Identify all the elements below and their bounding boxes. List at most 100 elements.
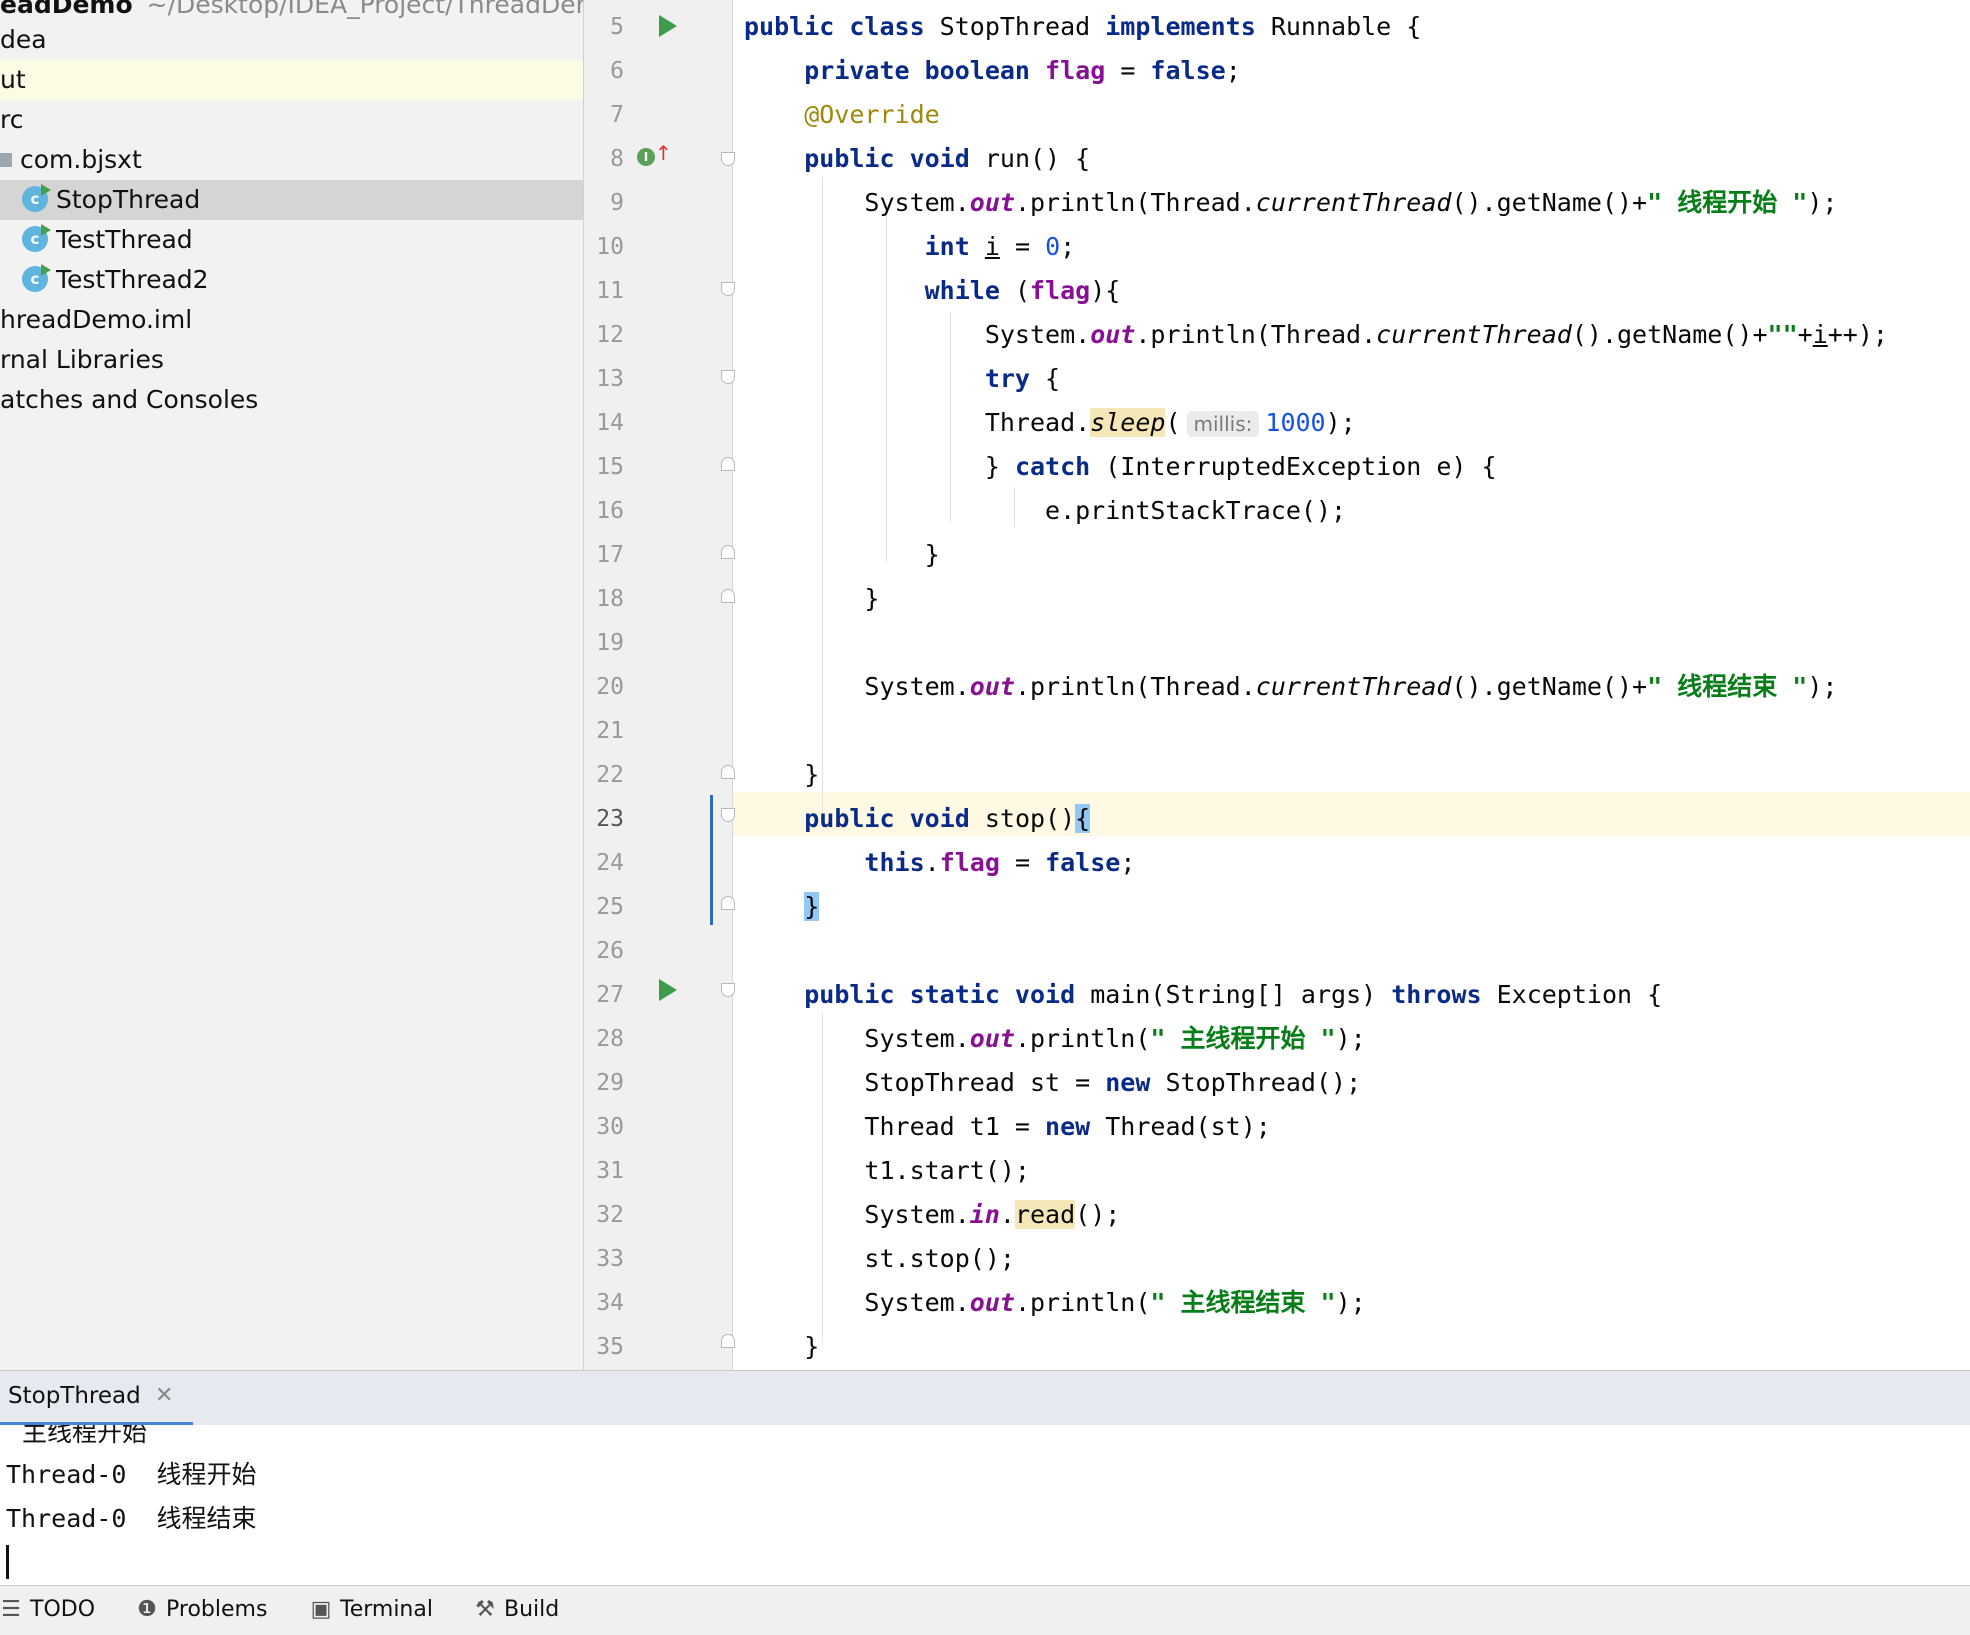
line-number[interactable]: 24	[584, 841, 624, 885]
line-number[interactable]: 17	[584, 533, 624, 577]
run-tab-stopthread[interactable]: StopThread ✕	[0, 1371, 193, 1426]
code-line[interactable]: while (flag){	[744, 269, 1970, 313]
line-number[interactable]: 11	[584, 269, 624, 313]
code-line[interactable]: public void run() {	[744, 137, 1970, 181]
code-line[interactable]: this.flag = false;	[744, 841, 1970, 885]
line-number[interactable]: 20	[584, 665, 624, 709]
tree-item-testthread[interactable]: c TestThread	[0, 220, 583, 260]
line-number[interactable]: 7	[584, 93, 624, 137]
code-line[interactable]: Thread.sleep(millis: 1000);	[744, 401, 1970, 445]
fold-try-icon[interactable]	[721, 370, 735, 384]
line-number[interactable]: 18	[584, 577, 624, 621]
line-number[interactable]: 25	[584, 885, 624, 929]
fold-stop-icon[interactable]	[721, 808, 735, 822]
line-number[interactable]: 14	[584, 401, 624, 445]
code-editor[interactable]: I ↑ 5 6 7 8 9 10 11 12 13 14 15 16 17 18 19 20 21 22 23 24 2…	[584, 0, 1970, 1370]
fold-while-icon[interactable]	[721, 282, 735, 296]
line-number[interactable]: 28	[584, 1017, 624, 1061]
fold-catch-end-icon[interactable]	[721, 457, 735, 471]
tree-item-external-libraries[interactable]: rnal Libraries	[0, 340, 583, 380]
vcs-change-marker[interactable]	[710, 795, 713, 925]
code-line[interactable]: @Override	[744, 93, 1970, 137]
line-number[interactable]: 34	[584, 1281, 624, 1325]
line-number[interactable]: 6	[584, 49, 624, 93]
code-line[interactable]: }	[744, 1325, 1970, 1369]
close-tab-icon[interactable]: ✕	[155, 1383, 173, 1408]
code-line[interactable]: System.out.println(" 主线程结束 ");	[744, 1281, 1970, 1325]
tree-item-out[interactable]: ut	[0, 60, 583, 100]
fold-run-icon[interactable]	[721, 152, 735, 166]
code-line[interactable]: public static void main(String[] args) t…	[744, 973, 1970, 1017]
line-number[interactable]: 23	[584, 797, 624, 841]
run-main-icon[interactable]	[659, 979, 677, 1001]
code-line[interactable]: StopThread st = new StopThread();	[744, 1061, 1970, 1105]
tree-item-label: rc	[0, 105, 24, 134]
problems-button[interactable]: ❶ Problems	[136, 1595, 267, 1625]
build-button[interactable]: ⚒ Build	[474, 1595, 559, 1625]
code-line[interactable]: try {	[744, 357, 1970, 401]
code-line[interactable]: int i = 0;	[744, 225, 1970, 269]
line-number[interactable]: 5	[584, 5, 624, 49]
line-number[interactable]: 19	[584, 621, 624, 665]
tree-item-testthread2[interactable]: c TestThread2	[0, 260, 583, 300]
fold-run-end-icon[interactable]	[721, 765, 735, 779]
tree-item-stopthread[interactable]: c StopThread	[0, 180, 583, 220]
code-line[interactable]: System.out.println(" 主线程开始 ");	[744, 1017, 1970, 1061]
code-line[interactable]: }	[744, 577, 1970, 621]
line-number[interactable]: 27	[584, 973, 624, 1017]
line-number[interactable]: 31	[584, 1149, 624, 1193]
line-number[interactable]: 30	[584, 1105, 624, 1149]
code-line[interactable]: public void stop(){	[744, 797, 1970, 841]
line-number[interactable]: 8	[584, 137, 624, 181]
run-class-icon[interactable]	[659, 15, 677, 37]
line-number[interactable]: 12	[584, 313, 624, 357]
code-line[interactable]: Thread t1 = new Thread(st);	[744, 1105, 1970, 1149]
code-line[interactable]	[744, 929, 1970, 973]
fold-main-icon[interactable]	[721, 983, 735, 997]
tree-item-src[interactable]: rc	[0, 100, 583, 140]
fold-stop-end-icon[interactable]	[721, 896, 735, 910]
implements-marker-icon[interactable]: I	[637, 148, 655, 166]
code-token: ().getName()+	[1451, 672, 1648, 701]
code-line[interactable]	[744, 621, 1970, 665]
tree-item-iml[interactable]: hreadDemo.iml	[0, 300, 583, 340]
tree-item-idea[interactable]: dea	[0, 20, 583, 60]
terminal-button[interactable]: ▣ Terminal	[310, 1595, 433, 1625]
fold-try-end-icon[interactable]	[721, 545, 735, 559]
code-line[interactable]	[744, 709, 1970, 753]
code-line[interactable]: }	[744, 753, 1970, 797]
code-line[interactable]: st.stop();	[744, 1237, 1970, 1281]
tree-item-package[interactable]: com.bjsxt	[0, 140, 583, 180]
code-line[interactable]: System.in.read();	[744, 1193, 1970, 1237]
line-number[interactable]: 35	[584, 1325, 624, 1369]
line-number[interactable]: 21	[584, 709, 624, 753]
code-line[interactable]: private boolean flag = false;	[744, 49, 1970, 93]
code-line[interactable]: System.out.println(Thread.currentThread(…	[744, 665, 1970, 709]
tree-item-scratches[interactable]: atches and Consoles	[0, 380, 583, 420]
code-line[interactable]: } catch (InterruptedException e) {	[744, 445, 1970, 489]
line-number[interactable]: 9	[584, 181, 624, 225]
run-console[interactable]: 主线程开始 Thread-0 线程开始 Thread-0 线程结束	[0, 1425, 1970, 1585]
code-line[interactable]: }	[744, 533, 1970, 577]
code-area[interactable]: public class StopThread implements Runna…	[744, 0, 1970, 1370]
line-number[interactable]: 13	[584, 357, 624, 401]
code-line[interactable]: }	[744, 885, 1970, 929]
code-line[interactable]: System.out.println(Thread.currentThread(…	[744, 181, 1970, 225]
code-token: ""	[1767, 320, 1798, 349]
line-number[interactable]: 29	[584, 1061, 624, 1105]
todo-button[interactable]: ☰ TODO	[0, 1595, 95, 1625]
code-line[interactable]: public class StopThread implements Runna…	[744, 5, 1970, 49]
tool-window-bar: ☰ TODO ❶ Problems ▣ Terminal ⚒ Build	[0, 1585, 1970, 1635]
code-line[interactable]: t1.start();	[744, 1149, 1970, 1193]
fold-while-end-icon[interactable]	[721, 589, 735, 603]
line-number[interactable]: 26	[584, 929, 624, 973]
line-number[interactable]: 33	[584, 1237, 624, 1281]
fold-main-end-icon[interactable]	[721, 1334, 735, 1348]
line-number[interactable]: 22	[584, 753, 624, 797]
code-line[interactable]: e.printStackTrace();	[744, 489, 1970, 533]
line-number[interactable]: 16	[584, 489, 624, 533]
code-line[interactable]: System.out.println(Thread.currentThread(…	[744, 313, 1970, 357]
line-number[interactable]: 10	[584, 225, 624, 269]
line-number[interactable]: 32	[584, 1193, 624, 1237]
line-number[interactable]: 15	[584, 445, 624, 489]
